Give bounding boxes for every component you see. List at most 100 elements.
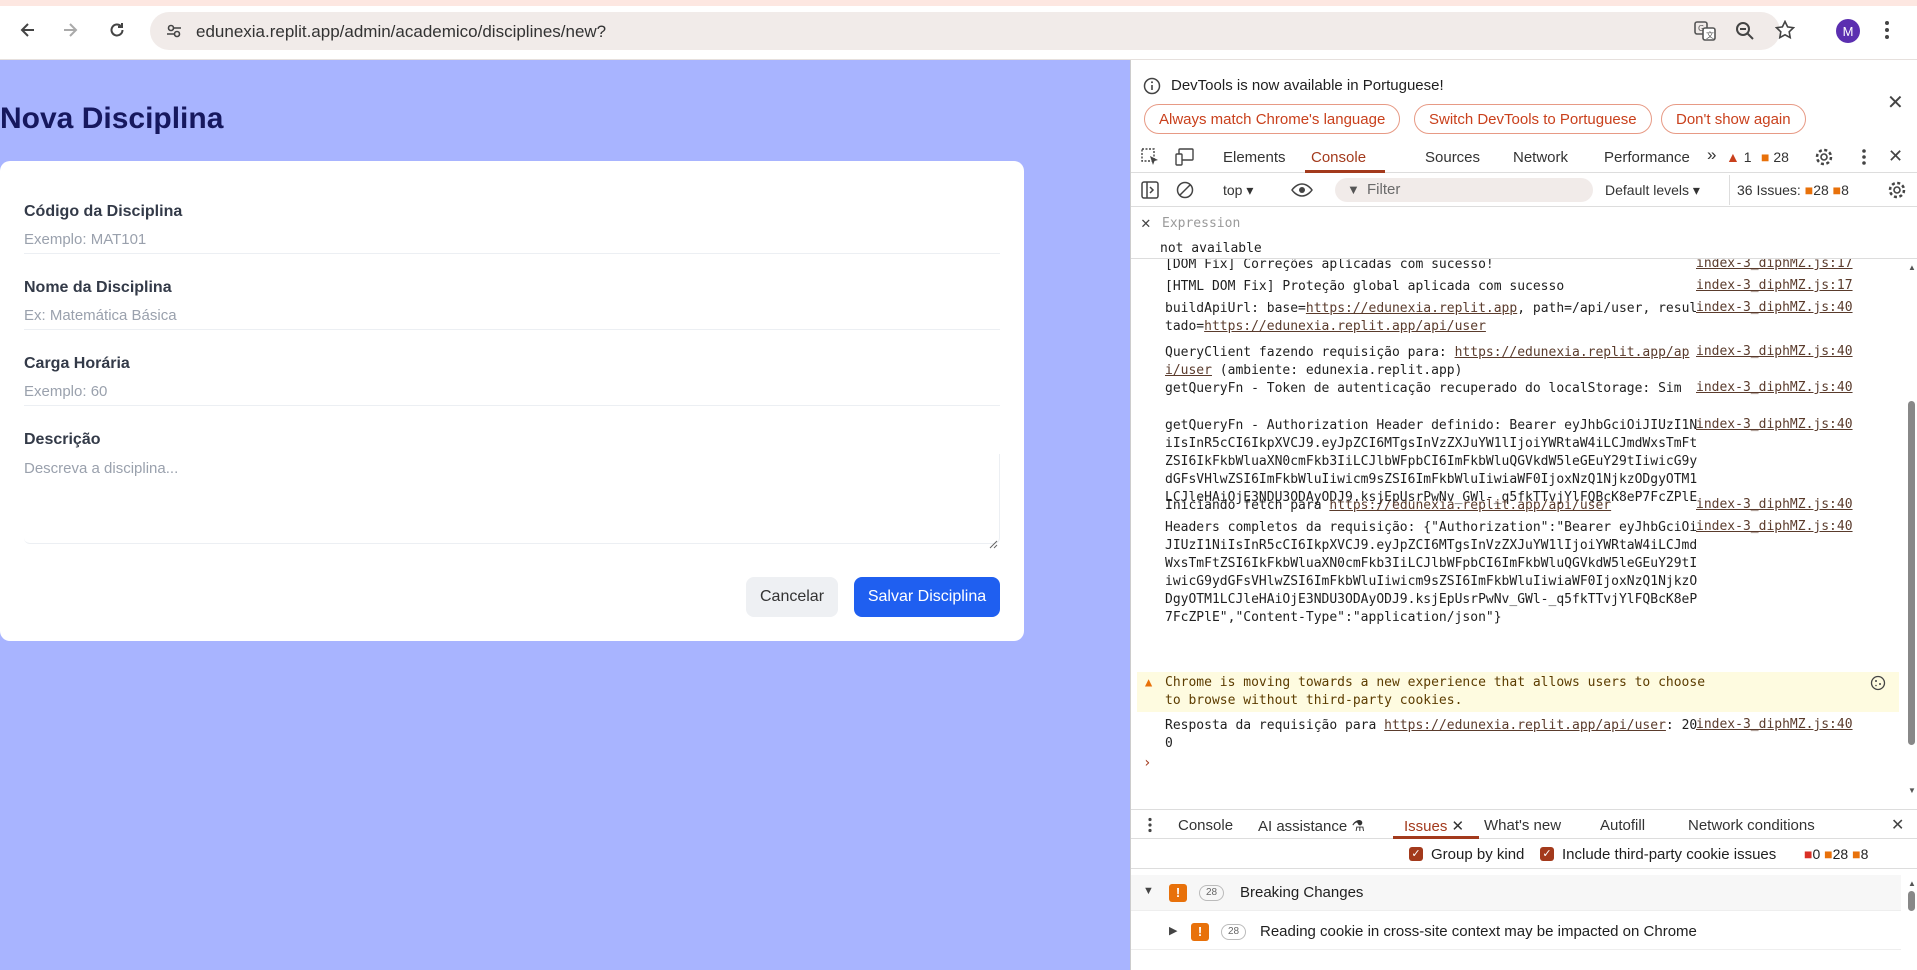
dont-show-again-button[interactable]: Don't show again xyxy=(1661,104,1806,134)
console-toolbar: top ▾ ▼ Filter Default levels ▾ 36 Issue… xyxy=(1131,173,1917,207)
description-textarea[interactable] xyxy=(24,454,1000,544)
console-settings-gear-icon[interactable] xyxy=(1887,180,1907,203)
avatar[interactable]: M xyxy=(1836,19,1860,43)
message-source-link[interactable]: index-3_diphMZ.js:40 xyxy=(1696,300,1853,315)
scroll-thumb[interactable] xyxy=(1908,401,1915,745)
bookmark-star-icon[interactable] xyxy=(1774,19,1796,45)
issues-count-button[interactable]: 36 Issues: ■28 ■8 xyxy=(1737,182,1849,198)
reload-icon xyxy=(110,23,124,37)
name-label: Nome da Disciplina xyxy=(24,279,172,296)
device-toolbar-icon[interactable] xyxy=(1175,148,1195,169)
scroll-thumb[interactable] xyxy=(1908,891,1915,911)
language-banner: DevTools is now available in Portuguese!… xyxy=(1131,60,1917,140)
drawer-tab-autofill[interactable]: Autofill xyxy=(1600,817,1645,834)
clear-console-icon[interactable] xyxy=(1176,181,1194,202)
back-button[interactable] xyxy=(13,15,43,45)
flask-icon: ⚗ xyxy=(1351,818,1365,835)
switch-portuguese-button[interactable]: Switch DevTools to Portuguese xyxy=(1414,104,1652,134)
devtools-menu-icon[interactable] xyxy=(1861,148,1867,169)
third-party-checkbox[interactable]: ✓ xyxy=(1540,847,1554,861)
console-prompt-icon[interactable]: › xyxy=(1143,755,1151,771)
tab-network[interactable]: Network xyxy=(1513,149,1568,166)
collapsed-triangle-icon[interactable]: ▶ xyxy=(1169,924,1177,937)
save-button[interactable]: Salvar Disciplina xyxy=(854,577,1000,617)
zoom-icon[interactable] xyxy=(1735,21,1755,46)
drawer-menu-icon[interactable] xyxy=(1147,817,1153,836)
issue-count-badge: 28 xyxy=(1221,924,1247,940)
scroll-up-icon[interactable]: ▲ xyxy=(1908,879,1916,888)
console-message: buildApiUrl: base=https://edunexia.repli… xyxy=(1165,301,1698,334)
issue-group-title: Breaking Changes xyxy=(1240,884,1364,901)
address-bar[interactable]: edunexia.replit.app/admin/academico/disc… xyxy=(150,12,1780,50)
svg-text:文: 文 xyxy=(1706,30,1714,40)
more-tabs-icon[interactable]: » xyxy=(1707,145,1716,165)
message-source-link[interactable]: index-3_diphMZ.js:40 xyxy=(1696,380,1853,395)
group-by-kind-checkbox[interactable]: ✓ xyxy=(1409,847,1423,861)
drawer-tab-console[interactable]: Console xyxy=(1178,817,1233,834)
drawer-tab-network-conditions[interactable]: Network conditions xyxy=(1688,817,1815,834)
cancel-button[interactable]: Cancelar xyxy=(746,577,838,617)
eye-icon[interactable] xyxy=(1291,181,1313,202)
issue-row[interactable]: ▶ ! 28 Reading cookie in cross-site cont… xyxy=(1131,914,1901,950)
console-filter-input[interactable]: ▼ Filter xyxy=(1335,178,1593,202)
resize-grip-icon[interactable] xyxy=(988,539,998,549)
issues-scrollbar[interactable]: ▲ xyxy=(1906,875,1916,935)
tab-sources[interactable]: Sources xyxy=(1425,149,1480,166)
context-selector[interactable]: top ▾ xyxy=(1223,182,1253,199)
devtools-tabbar: Elements Console Sources Network Perform… xyxy=(1131,141,1917,173)
scroll-down-icon[interactable]: ▼ xyxy=(1908,786,1916,795)
remove-expression-icon[interactable]: ✕ xyxy=(1141,213,1151,232)
drawer-tab-whats-new[interactable]: What's new xyxy=(1484,817,1561,834)
issue-flag-icon: ■ xyxy=(1824,846,1833,862)
site-info-icon[interactable] xyxy=(164,21,184,46)
log-levels-dropdown[interactable]: Default levels ▾ xyxy=(1605,182,1700,199)
close-devtools-icon[interactable]: ✕ xyxy=(1888,146,1903,167)
tab-console[interactable]: Console xyxy=(1311,149,1366,166)
forward-button[interactable] xyxy=(55,15,85,45)
warning-counter[interactable]: ▲ 1 xyxy=(1726,149,1752,165)
message-source-link[interactable]: index-3_diphMZ.js:40 xyxy=(1696,344,1853,359)
url-link[interactable]: https://edunexia.replit.app/api/user xyxy=(1204,319,1486,334)
drawer-tab-ai-assistance[interactable]: AI assistance ⚗ xyxy=(1258,817,1365,835)
scroll-up-icon[interactable]: ▲ xyxy=(1908,263,1916,272)
translate-icon[interactable]: G文 xyxy=(1694,20,1716,47)
message-source-link[interactable]: index-3_diphMZ.js:40 xyxy=(1696,519,1853,534)
expand-triangle-icon[interactable]: ▼ xyxy=(1143,885,1154,897)
issue-flag-icon: ■ xyxy=(1804,182,1814,198)
issue-flag-icon: ■ xyxy=(1832,182,1842,198)
warning-text: Chrome is moving towards a new experienc… xyxy=(1165,675,1706,708)
message-source-link[interactable]: index-3_diphMZ.js:40 xyxy=(1696,417,1853,432)
discipline-form-card: Código da Disciplina Nome da Disciplina … xyxy=(0,161,1024,641)
name-input[interactable] xyxy=(24,302,1000,330)
tab-elements[interactable]: Elements xyxy=(1223,149,1286,166)
message-source-link[interactable]: index-3_diphMZ.js:17 xyxy=(1696,278,1853,293)
url-link[interactable]: https://edunexia.replit.app/api/user xyxy=(1384,718,1666,733)
workload-input[interactable] xyxy=(24,378,1000,406)
close-tab-icon[interactable]: ✕ xyxy=(1452,818,1465,835)
code-input[interactable] xyxy=(24,226,1000,254)
issues-counter[interactable]: ■ 28 xyxy=(1761,149,1789,165)
drawer-tabbar: Console AI assistance ⚗ Issues ✕ What's … xyxy=(1131,809,1917,839)
url-text[interactable]: edunexia.replit.app/admin/academico/disc… xyxy=(196,22,606,42)
close-icon[interactable]: ✕ xyxy=(1887,90,1904,115)
reload-button[interactable] xyxy=(102,15,132,45)
close-drawer-icon[interactable]: ✕ xyxy=(1891,815,1904,835)
settings-gear-icon[interactable] xyxy=(1814,147,1834,170)
url-link[interactable]: https://edunexia.replit.app/api/user xyxy=(1329,498,1611,513)
issue-group-row[interactable]: ▼ ! 28 Breaking Changes xyxy=(1131,875,1901,911)
console-scrollbar[interactable]: ▲ ▼ xyxy=(1906,259,1916,799)
message-source-link[interactable]: index-3_diphMZ.js:40 xyxy=(1696,497,1853,512)
sidebar-toggle-icon[interactable] xyxy=(1141,181,1159,202)
devtools-panel: DevTools is now available in Portuguese!… xyxy=(1130,60,1917,970)
expression-input[interactable]: Expression xyxy=(1162,216,1240,231)
tab-performance[interactable]: Performance xyxy=(1604,149,1690,166)
message-source-link[interactable]: index-3_diphMZ.js:40 xyxy=(1696,717,1853,732)
menu-kebab-icon[interactable] xyxy=(1884,20,1890,45)
message-source-link[interactable]: index-3_diphMZ.js:17 xyxy=(1696,259,1853,271)
banner-text: DevTools is now available in Portuguese! xyxy=(1171,77,1444,94)
match-language-button[interactable]: Always match Chrome's language xyxy=(1144,104,1401,134)
inspect-element-icon[interactable] xyxy=(1141,148,1161,169)
cookie-icon[interactable] xyxy=(1870,675,1886,695)
drawer-tab-issues[interactable]: Issues ✕ xyxy=(1404,817,1464,835)
url-link[interactable]: https://edunexia.replit.app xyxy=(1306,301,1517,316)
